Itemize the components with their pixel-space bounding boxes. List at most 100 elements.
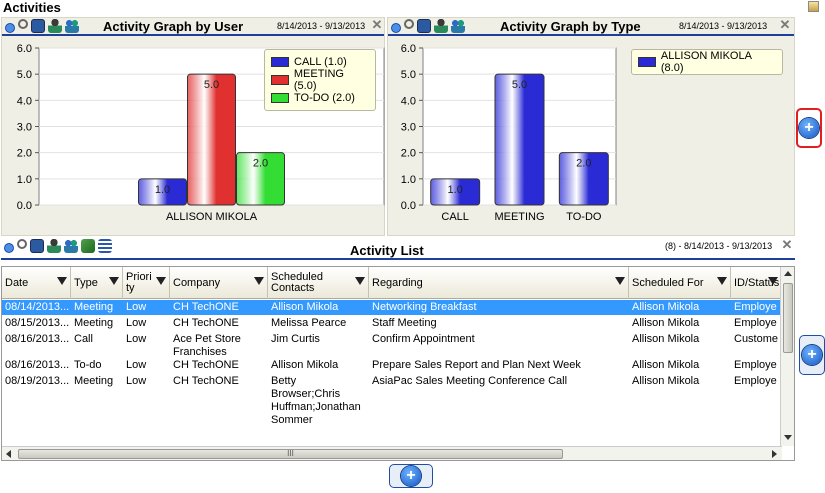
table-cell: CH TechONE [173, 301, 239, 313]
chart-legend: ALLISON MIKOLA (8.0) [631, 49, 783, 75]
page-title: Activities [3, 0, 61, 15]
scroll-down-arrow-icon[interactable] [784, 435, 792, 440]
legend-label: TO-DO (2.0) [294, 92, 355, 104]
add-icon[interactable] [4, 243, 14, 253]
scroll-right-arrow-icon[interactable] [772, 450, 777, 458]
x-tick-label: ALLISON MIKOLA [166, 211, 258, 223]
column-header-label: Company [173, 276, 221, 289]
scroll-up-arrow-icon[interactable] [784, 271, 792, 276]
add-panel-button[interactable]: + [799, 335, 825, 375]
column-header[interactable]: Date [2, 267, 71, 299]
table-cell: Employe [734, 317, 777, 329]
column-header[interactable]: Regarding [369, 267, 629, 299]
table-cell: Meeting [74, 317, 114, 329]
add-panel-button[interactable]: + [796, 108, 822, 148]
legend-label: CALL (1.0) [294, 56, 347, 68]
table-row[interactable]: 08/14/2013... Meeting Low CH TechONE Allison… [2, 300, 782, 315]
export-icon[interactable] [81, 239, 95, 253]
panel-date-range: 8/14/2013 - 9/13/2013 [679, 21, 768, 31]
search-icon[interactable] [404, 19, 414, 29]
user-icon[interactable] [47, 239, 61, 253]
scroll-thumb[interactable] [783, 283, 793, 353]
add-icon: + [802, 345, 822, 365]
column-header-label: Date [5, 276, 29, 289]
add-panel-button[interactable]: + [389, 464, 433, 488]
bar[interactable] [494, 73, 545, 206]
monitor-icon[interactable] [417, 19, 431, 33]
horizontal-scrollbar[interactable]: III [2, 446, 782, 460]
table-cell: Employe [734, 359, 777, 371]
close-icon[interactable]: ✕ [781, 238, 793, 251]
user-icon[interactable] [434, 19, 448, 33]
table-cell: Networking Breakfast [372, 301, 477, 313]
scroll-left-arrow-icon[interactable] [6, 450, 11, 458]
add-icon[interactable] [5, 23, 15, 33]
bar[interactable] [187, 73, 236, 206]
add-icon: + [799, 118, 819, 138]
activity-graph-by-type-panel: Activity Graph by Type 8/14/2013 - 9/13/… [387, 17, 795, 236]
monitor-icon[interactable] [31, 19, 45, 33]
legend-swatch [638, 57, 656, 67]
data-label: 1.0 [155, 184, 170, 196]
table-row[interactable]: 08/19/2013... Meeting Low CH TechONE Betty B… [2, 374, 782, 430]
users-icon[interactable] [64, 239, 78, 253]
data-label: 1.0 [448, 184, 463, 196]
column-header[interactable]: ID/Status [731, 267, 782, 299]
scroll-thumb[interactable]: III [18, 449, 563, 459]
column-header[interactable]: Priori ty [123, 267, 170, 299]
table-row[interactable]: 08/16/2013... To-do Low CH TechONE Allison M… [2, 358, 782, 374]
column-header[interactable]: Scheduled For [629, 267, 731, 299]
legend-label: MEETING (5.0) [293, 68, 344, 92]
monitor-icon[interactable] [30, 239, 44, 253]
table-cell: Betty Browser;Chris Huffman;Jonathan Som… [271, 375, 361, 426]
filter-icon[interactable] [254, 277, 264, 285]
filter-icon[interactable] [57, 277, 67, 285]
table-cell: Meeting [74, 375, 114, 387]
users-icon[interactable] [65, 19, 79, 33]
filter-icon[interactable] [355, 277, 365, 285]
chart-legend: CALL (1.0) MEETING (5.0) TO-DO (2.0) [264, 49, 376, 111]
panel-header: Activity List (8) - 8/14/2013 - 9/13/201… [1, 238, 795, 260]
column-header[interactable]: Scheduled Contacts [268, 267, 369, 299]
legend-item: ALLISON MIKOLA (8.0) [638, 50, 776, 74]
legend-swatch [271, 75, 289, 85]
table-cell: Allison Mikola [632, 375, 700, 387]
close-icon[interactable]: ✕ [779, 18, 791, 31]
legend-swatch [271, 57, 289, 67]
close-icon[interactable]: ✕ [371, 18, 383, 31]
y-tick-label: 0.0 [401, 200, 416, 212]
y-tick-label: 2.0 [401, 148, 416, 160]
filter-icon[interactable] [615, 277, 625, 285]
y-tick-label: 4.0 [17, 95, 32, 107]
table-cell: CH TechONE [173, 317, 239, 329]
column-header-label: Type [74, 276, 98, 289]
filter-icon[interactable] [768, 277, 778, 285]
data-label: 5.0 [512, 79, 527, 91]
table-cell: Allison Mikola [271, 359, 339, 371]
add-icon: + [401, 466, 421, 486]
user-icon[interactable] [48, 19, 62, 33]
filter-icon[interactable] [156, 277, 166, 285]
panel-title: Activity Graph by Type [500, 19, 641, 34]
activity-list-grid: Date Type Priori ty Company Scheduled Contac… [1, 266, 795, 461]
table-cell: Low [126, 333, 147, 345]
add-icon[interactable] [391, 23, 401, 33]
filter-icon[interactable] [109, 277, 119, 285]
filter-icon[interactable] [717, 277, 727, 285]
search-icon[interactable] [17, 239, 27, 249]
column-header[interactable]: Type [71, 267, 123, 299]
search-icon[interactable] [18, 19, 28, 29]
table-cell: 08/16/2013... [5, 359, 70, 371]
table-row[interactable]: 08/16/2013... Call Low Ace Pet Store Franch… [2, 332, 782, 358]
data-label: 5.0 [204, 79, 219, 91]
column-header[interactable]: Company [170, 267, 268, 299]
list-icon[interactable] [98, 239, 112, 253]
panel-title: Activity Graph by User [103, 19, 244, 34]
corner-help-icon[interactable] [808, 1, 819, 12]
table-row[interactable]: 08/15/2013... Meeting Low CH TechONE Melissa… [2, 316, 782, 332]
y-tick-label: 0.0 [17, 200, 32, 212]
users-icon[interactable] [451, 19, 465, 33]
vertical-scrollbar[interactable] [780, 267, 794, 446]
legend-item: TO-DO (2.0) [271, 89, 369, 107]
table-cell: 08/14/2013... [5, 301, 70, 313]
